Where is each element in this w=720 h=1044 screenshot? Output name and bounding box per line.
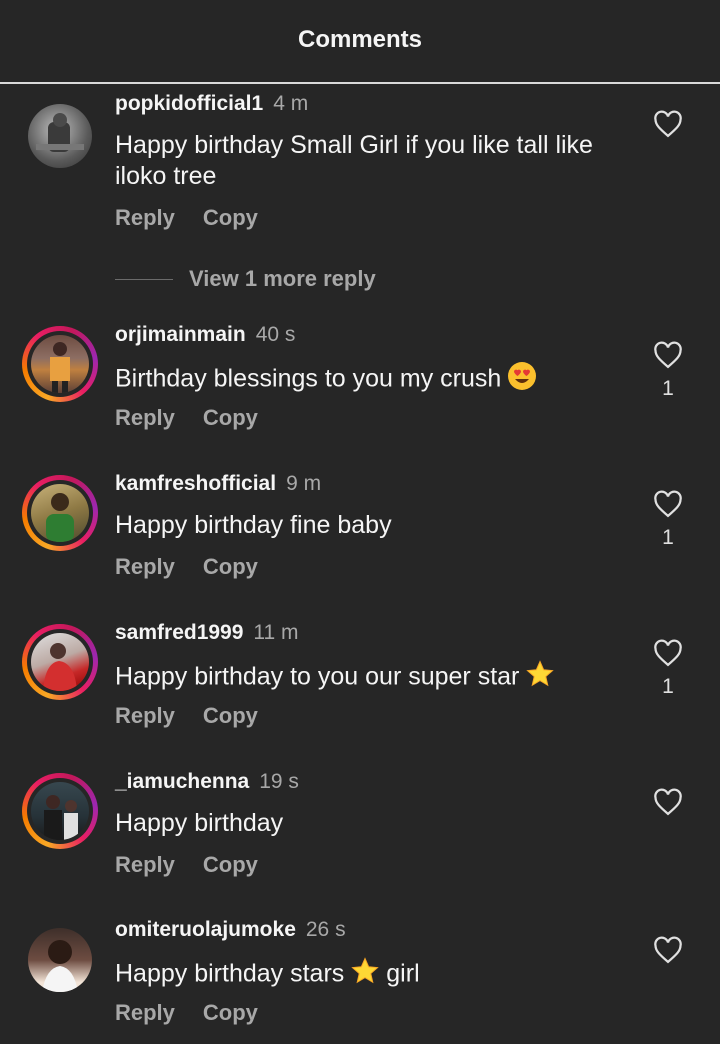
timestamp: 11 m — [253, 621, 299, 644]
heart-icon[interactable] — [653, 110, 683, 138]
copy-button[interactable]: Copy — [203, 1000, 258, 1025]
avatar[interactable] — [22, 475, 98, 551]
copy-button[interactable]: Copy — [203, 205, 258, 230]
username[interactable]: kamfreshofficial — [115, 472, 276, 495]
avatar[interactable] — [22, 98, 98, 174]
avatar[interactable] — [22, 773, 98, 849]
reply-thread-line — [115, 278, 173, 280]
star-emoji — [350, 956, 380, 994]
username[interactable]: samfred1999 — [115, 621, 243, 644]
page-title: Comments — [297, 26, 423, 53]
header: Comments — [0, 0, 720, 84]
copy-button[interactable]: Copy — [203, 405, 258, 430]
username[interactable]: _iamuchenna — [115, 770, 249, 793]
like-count: 1 — [662, 377, 674, 400]
timestamp: 19 s — [259, 770, 299, 793]
username[interactable]: omiteruolajumoke — [115, 918, 296, 941]
comment-text: Birthday blessings to you my crush — [115, 364, 502, 393]
avatar[interactable] — [22, 326, 98, 402]
reply-button[interactable]: Reply — [115, 205, 175, 230]
avatar[interactable] — [22, 624, 98, 700]
username[interactable]: popkidofficial1 — [115, 92, 263, 115]
like-count: 1 — [662, 526, 674, 549]
heart-icon[interactable] — [653, 639, 683, 667]
view-more-replies[interactable]: View 1 more reply — [115, 266, 376, 292]
heart-eyes-emoji — [507, 361, 537, 399]
comment-text-end: girl — [386, 959, 420, 988]
copy-button[interactable]: Copy — [203, 852, 258, 877]
username[interactable]: orjimainmain — [115, 323, 246, 346]
comment-text: Happy birthday fine baby — [115, 511, 392, 539]
comment-text: Happy birthday Small Girl if you like ta… — [115, 131, 593, 190]
comment-text: Happy birthday stars — [115, 959, 345, 988]
comment-text: Happy birthday to you our super star — [115, 662, 520, 691]
heart-icon[interactable] — [653, 490, 683, 518]
reply-button[interactable]: Reply — [115, 1000, 175, 1025]
copy-button[interactable]: Copy — [203, 703, 258, 728]
reply-button[interactable]: Reply — [115, 703, 175, 728]
timestamp: 40 s — [255, 323, 296, 346]
timestamp: 9 m — [286, 472, 322, 495]
star-emoji — [525, 659, 555, 697]
reply-button[interactable]: Reply — [115, 554, 175, 579]
like-count: 1 — [662, 675, 674, 698]
comment-text: Happy birthday — [115, 809, 284, 837]
heart-icon[interactable] — [653, 936, 683, 964]
reply-button[interactable]: Reply — [115, 405, 175, 430]
heart-icon[interactable] — [653, 341, 683, 369]
reply-button[interactable]: Reply — [115, 852, 175, 877]
copy-button[interactable]: Copy — [203, 554, 258, 579]
heart-icon[interactable] — [653, 788, 683, 816]
timestamp: 26 s — [305, 918, 346, 941]
avatar[interactable] — [22, 922, 98, 998]
timestamp: 4 m — [273, 92, 309, 115]
